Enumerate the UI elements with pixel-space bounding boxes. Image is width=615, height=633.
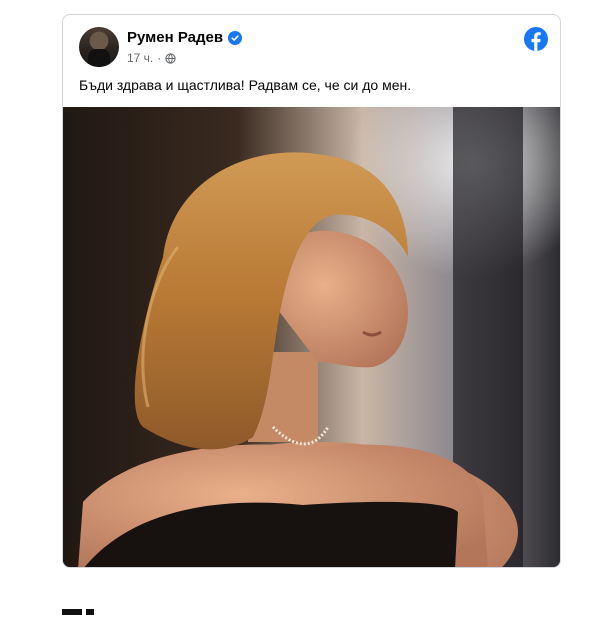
globe-icon[interactable] <box>165 52 176 64</box>
post-text: Бъди здрава и щастлива! Радвам се, че си… <box>79 77 412 93</box>
post-meta: 17 ч. · <box>127 51 176 65</box>
meta-separator: · <box>157 51 162 65</box>
post-header: Румен Радев 17 ч. · Бъди здрава и щастли… <box>63 15 560 107</box>
verified-badge-icon <box>228 30 243 45</box>
post-photo[interactable] <box>63 107 560 567</box>
loading-segment <box>62 609 82 615</box>
facebook-logo-icon[interactable] <box>524 27 548 51</box>
author-avatar[interactable] <box>79 27 119 67</box>
author-name[interactable]: Румен Радев <box>127 29 223 46</box>
facebook-post-card: Румен Радев 17 ч. · Бъди здрава и щастли… <box>62 14 561 568</box>
loading-indicator <box>62 609 94 615</box>
author-name-row: Румен Радев <box>127 29 243 46</box>
post-timestamp[interactable]: 17 ч. <box>127 51 153 65</box>
loading-segment <box>86 609 94 615</box>
